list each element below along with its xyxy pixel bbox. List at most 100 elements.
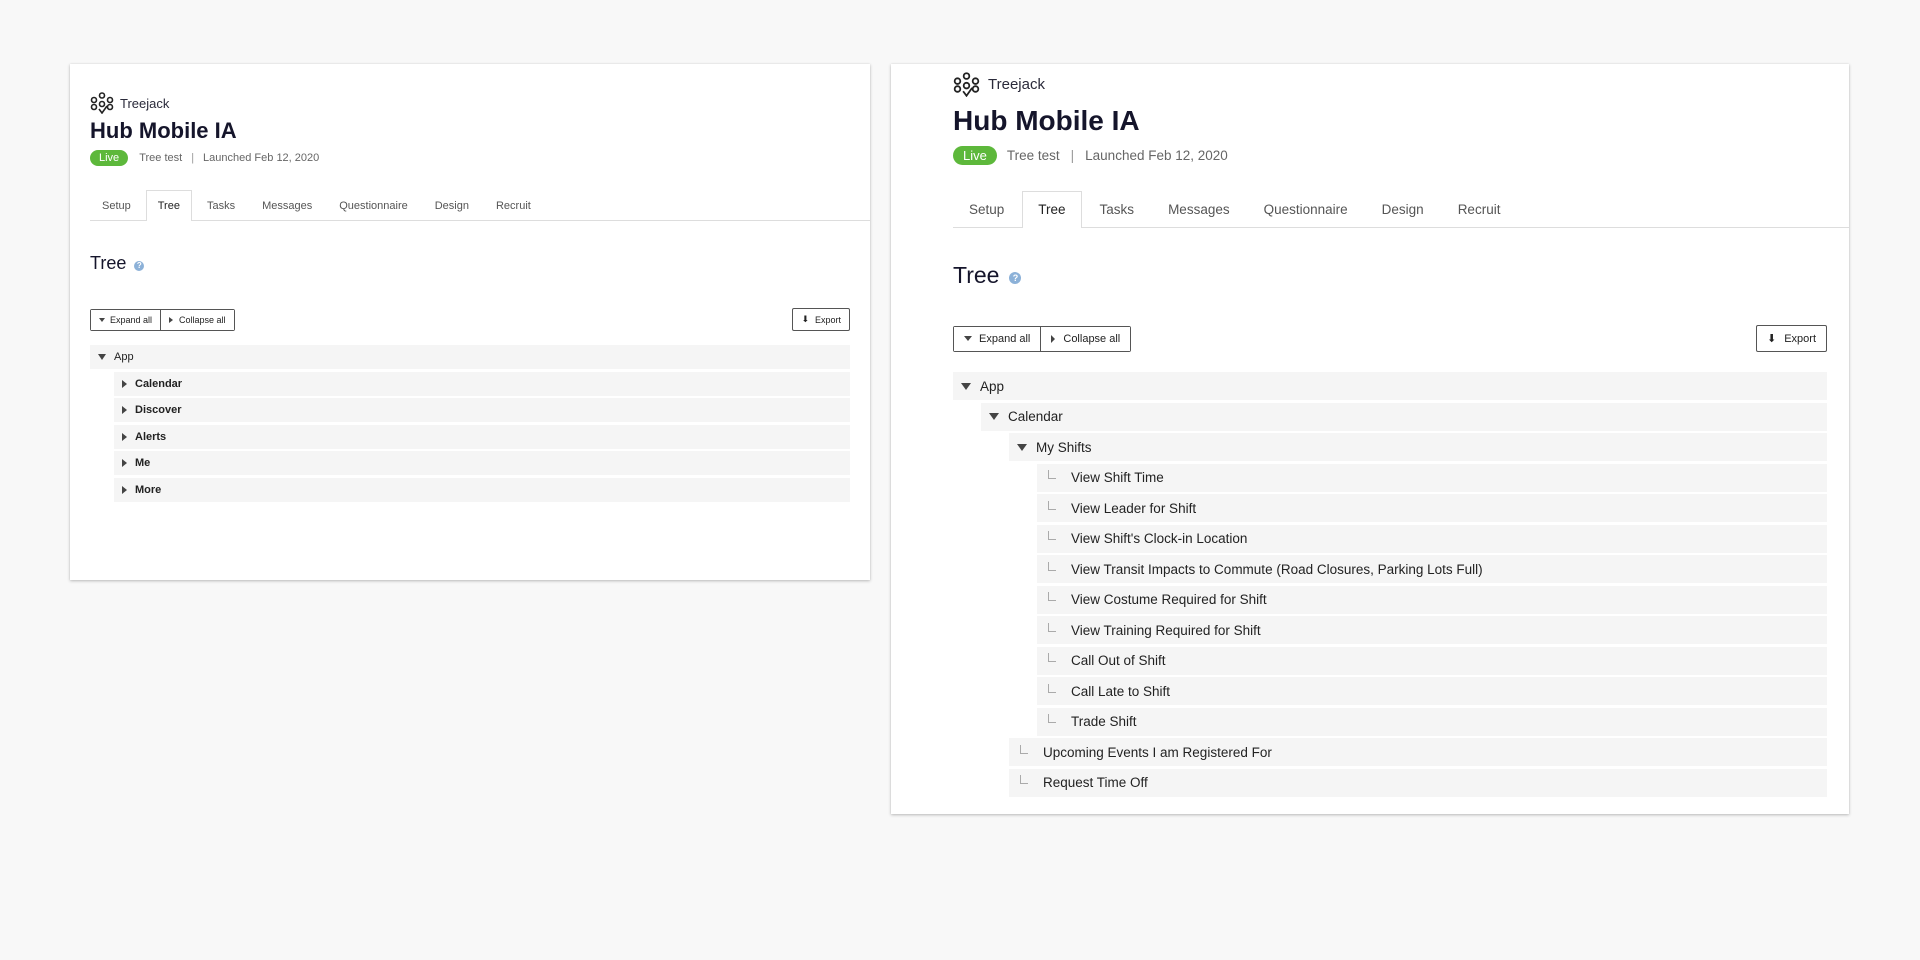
tab-setup[interactable]: Setup bbox=[953, 191, 1020, 228]
tab-setup[interactable]: Setup bbox=[90, 190, 143, 221]
expand-all-button[interactable]: Expand all bbox=[91, 309, 161, 330]
tab-recruit[interactable]: Recruit bbox=[484, 190, 543, 221]
collapsed-caret-icon[interactable] bbox=[122, 406, 127, 414]
expanded-caret-icon[interactable] bbox=[98, 354, 106, 360]
tree-node-discover[interactable]: Discover bbox=[114, 398, 850, 422]
collapsed-caret-icon[interactable] bbox=[122, 379, 127, 388]
study-meta: Live Tree test | Launched Feb 12, 2020 bbox=[90, 150, 850, 166]
help-icon[interactable]: ? bbox=[1009, 272, 1022, 284]
tree-node-label: App bbox=[114, 351, 134, 363]
tab-messages[interactable]: Messages bbox=[1152, 191, 1246, 228]
caret-down-icon bbox=[964, 336, 972, 341]
tree-node-me[interactable]: Me bbox=[114, 451, 850, 475]
export-button[interactable]: ⬇ Export bbox=[792, 308, 850, 331]
tree-node-alerts[interactable]: Alerts bbox=[114, 424, 850, 449]
leaf-connector-icon bbox=[1048, 683, 1056, 693]
tree-view: App Calendar Discover Alerts Me More bbox=[90, 345, 850, 502]
collapsed-caret-icon[interactable] bbox=[122, 432, 127, 441]
export-button[interactable]: ⬇ Export bbox=[1755, 325, 1827, 352]
tree-leaf-label: Request Time Off bbox=[1043, 775, 1148, 790]
launch-date: Launched Feb 12, 2020 bbox=[203, 152, 320, 164]
tree-leaf-label: View Costume Required for Shift bbox=[1071, 592, 1267, 607]
section-title: Tree bbox=[953, 262, 1000, 288]
tree-leaf[interactable]: View Leader for Shift bbox=[1037, 494, 1827, 522]
tab-messages[interactable]: Messages bbox=[250, 190, 324, 221]
tree-leaf-label: Call Late to Shift bbox=[1071, 683, 1171, 699]
tree-view: App Calendar My Shifts View Shift Time V… bbox=[953, 372, 1827, 797]
tab-design[interactable]: Design bbox=[423, 190, 481, 221]
expanded-caret-icon[interactable] bbox=[989, 413, 999, 420]
collapse-all-button[interactable]: Collapse all bbox=[1040, 326, 1131, 351]
tab-questionnaire[interactable]: Questionnaire bbox=[1248, 191, 1364, 228]
tab-tree[interactable]: Tree bbox=[145, 190, 192, 222]
tree-leaf[interactable]: View Training Required for Shift bbox=[1037, 616, 1827, 644]
tree-leaf-label: View Transit Impacts to Commute (Road Cl… bbox=[1071, 561, 1483, 577]
tab-questionnaire[interactable]: Questionnaire bbox=[327, 190, 420, 221]
tree-leaf[interactable]: View Shift Time bbox=[1037, 463, 1827, 492]
leaf-connector-icon bbox=[1048, 622, 1056, 632]
tree-leaf-label: Call Out of Shift bbox=[1071, 653, 1166, 668]
brand-name: Treejack bbox=[988, 76, 1045, 93]
status-badge: Live bbox=[953, 146, 997, 165]
test-type: Tree test bbox=[1006, 148, 1060, 163]
tree-leaf-label: View Shift Time bbox=[1071, 470, 1164, 485]
page-title: Hub Mobile IA bbox=[90, 118, 237, 143]
tab-design[interactable]: Design bbox=[1366, 191, 1440, 228]
caret-right-icon bbox=[1051, 334, 1056, 343]
meta-separator: | bbox=[191, 152, 195, 164]
tree-leaf[interactable]: Upcoming Events I am Registered For bbox=[1009, 738, 1827, 766]
tab-tasks[interactable]: Tasks bbox=[1084, 191, 1151, 228]
tree-leaf[interactable]: View Costume Required for Shift bbox=[1037, 585, 1827, 614]
tree-node-calendar[interactable]: Calendar bbox=[114, 371, 850, 396]
tree-leaf-label: View Shift's Clock-in Location bbox=[1071, 531, 1248, 546]
tree-leaf[interactable]: View Shift's Clock-in Location bbox=[1037, 524, 1827, 553]
tree-toolbar: Expand all Collapse all ⬇ Export bbox=[953, 325, 1827, 352]
leaf-connector-icon bbox=[1048, 500, 1056, 510]
tree-leaf[interactable]: View Transit Impacts to Commute (Road Cl… bbox=[1037, 555, 1827, 583]
expanded-caret-icon[interactable] bbox=[1017, 443, 1027, 451]
caret-right-icon bbox=[169, 316, 174, 323]
tree-node-label: Alerts bbox=[135, 430, 167, 443]
tree-leaf[interactable]: Request Time Off bbox=[1009, 768, 1827, 797]
tree-node-my-shifts[interactable]: My Shifts bbox=[1009, 433, 1827, 461]
tree-leaf[interactable]: Trade Shift bbox=[1037, 707, 1827, 736]
help-icon[interactable]: ? bbox=[134, 260, 145, 271]
tree-leaf[interactable]: Call Late to Shift bbox=[1037, 677, 1827, 705]
collapsed-caret-icon[interactable] bbox=[122, 459, 127, 467]
tree-node-app[interactable]: App bbox=[953, 372, 1827, 400]
tree-leaf-label: View Training Required for Shift bbox=[1071, 622, 1261, 638]
expand-all-label: Expand all bbox=[979, 332, 1031, 345]
treejack-logo-icon bbox=[90, 92, 114, 114]
launch-date: Launched Feb 12, 2020 bbox=[1085, 148, 1228, 163]
leaf-connector-icon bbox=[1020, 775, 1028, 784]
export-label: Export bbox=[1784, 332, 1816, 345]
test-type: Tree test bbox=[139, 152, 183, 164]
tree-node-app[interactable]: App bbox=[90, 345, 850, 369]
tree-node-label: Calendar bbox=[1008, 409, 1063, 424]
section-heading: Tree ? bbox=[90, 253, 850, 274]
tree-node-calendar[interactable]: Calendar bbox=[981, 402, 1827, 431]
tree-node-more[interactable]: More bbox=[114, 477, 850, 502]
section-heading: Tree ? bbox=[953, 262, 1827, 289]
tree-leaf-label: View Leader for Shift bbox=[1071, 500, 1197, 516]
tab-recruit[interactable]: Recruit bbox=[1442, 191, 1517, 228]
tree-node-label: Me bbox=[135, 457, 151, 469]
leaf-connector-icon bbox=[1048, 592, 1056, 601]
expand-all-label: Expand all bbox=[110, 314, 153, 325]
tree-toolbar: Expand all Collapse all ⬇ Export bbox=[90, 308, 850, 331]
collapse-all-label: Collapse all bbox=[1063, 332, 1121, 345]
download-icon: ⬇ bbox=[1766, 333, 1777, 345]
expanded-caret-icon[interactable] bbox=[961, 382, 971, 390]
collapse-all-button[interactable]: Collapse all bbox=[160, 309, 234, 330]
collapsed-caret-icon[interactable] bbox=[122, 485, 127, 494]
brand-name: Treejack bbox=[120, 95, 170, 111]
expand-all-button[interactable]: Expand all bbox=[954, 326, 1041, 351]
meta-separator: | bbox=[1070, 148, 1075, 163]
tab-tasks[interactable]: Tasks bbox=[195, 190, 247, 221]
tab-tree[interactable]: Tree bbox=[1022, 191, 1082, 229]
brand: Treejack bbox=[953, 72, 1827, 97]
study-meta: Live Tree test | Launched Feb 12, 2020 bbox=[953, 146, 1827, 165]
tab-bar: Setup Tree Tasks Messages Questionnaire … bbox=[90, 190, 870, 222]
tree-leaf[interactable]: Call Out of Shift bbox=[1037, 646, 1827, 675]
leaf-connector-icon bbox=[1020, 744, 1028, 754]
